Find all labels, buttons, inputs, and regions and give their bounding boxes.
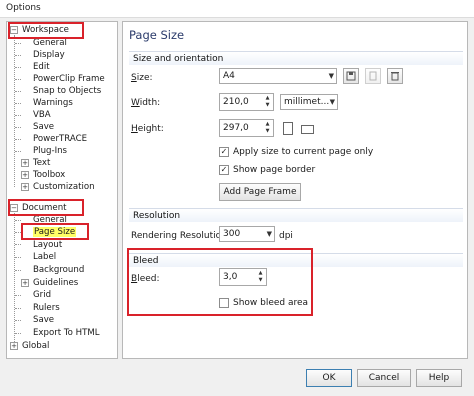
expand-text-icon[interactable]: + [21,159,29,167]
tree-item-layout[interactable]: Layout [33,239,62,251]
options-tree[interactable]: − Workspace General Display Edit PowerCl… [6,21,118,359]
tree-item-vba[interactable]: VBA [33,109,51,121]
rendering-resolution-label: Rendering Resolution: [131,231,230,241]
page-title: Page Size [129,28,185,42]
tree-item-doc-save[interactable]: Save [33,314,54,326]
height-label: Height: [131,124,164,134]
save-page-size-button[interactable] [343,68,359,84]
chevron-down-icon: ▼ [266,230,272,238]
window-title: Options [6,3,41,13]
size-label: Size: [131,73,153,83]
annotation-box-page-size [21,223,89,240]
apply-current-page-checkbox[interactable]: ✓ [219,147,229,157]
spin-arrows-icon[interactable]: ▲ ▼ [263,95,272,109]
height-stepper[interactable]: 297,0 ▲ ▼ [219,119,274,137]
tree-item-background[interactable]: Background [33,264,84,276]
tree-item-powerclip-frame[interactable]: PowerClip Frame [33,73,105,85]
units-select[interactable]: millimet... ▼ [280,94,338,110]
annotation-box-workspace [8,22,84,39]
portrait-orientation-icon[interactable] [283,122,293,135]
tree-item-rulers[interactable]: Rulers [33,302,60,314]
expand-guidelines-icon[interactable]: + [21,279,29,287]
tree-item-powertrace[interactable]: PowerTRACE [33,133,87,145]
tree-item-text[interactable]: Text [33,157,50,169]
tree-item-guidelines[interactable]: Guidelines [33,277,78,289]
tree-item-warnings[interactable]: Warnings [33,97,73,109]
width-label: Width: [131,98,161,108]
expand-global-icon[interactable]: + [10,342,18,350]
annotation-box-document [8,199,84,216]
section-resolution: Resolution [129,208,463,222]
page-icon [369,71,377,81]
tree-item-customization[interactable]: Customization [33,181,95,193]
annotation-box-bleed [127,248,313,316]
dialog-footer: OK Cancel Help [0,362,474,396]
help-button[interactable]: Help [416,369,462,387]
tree-item-ws-save[interactable]: Save [33,121,54,133]
tree-item-snap-to-objects[interactable]: Snap to Objects [33,85,101,97]
expand-customization-icon[interactable]: + [21,183,29,191]
show-page-border-checkbox[interactable]: ✓ [219,165,229,175]
edit-page-size-button[interactable] [365,68,381,84]
chevron-down-icon: ▼ [329,98,335,106]
title-bar: Options [0,0,474,18]
show-page-border-label: Show page border [233,165,316,175]
trash-icon [391,72,399,81]
tree-item-toolbox[interactable]: Toolbox [33,169,65,181]
width-stepper[interactable]: 210,0 ▲ ▼ [219,93,274,111]
expand-toolbox-icon[interactable]: + [21,171,29,179]
page-size-panel: Page Size Size and orientation Size: A4 … [122,21,468,359]
tree-item-display[interactable]: Display [33,49,65,61]
apply-current-page-label: Apply size to current page only [233,147,374,157]
tree-node-global[interactable]: Global [22,340,49,352]
tree-item-edit[interactable]: Edit [33,61,50,73]
section-size-orientation: Size and orientation [129,51,463,65]
tree-line [14,35,15,187]
delete-page-size-button[interactable] [387,68,403,84]
ok-button[interactable]: OK [306,369,352,387]
spin-arrows-icon[interactable]: ▲ ▼ [263,121,272,135]
cancel-button[interactable]: Cancel [357,369,411,387]
chevron-down-icon: ▼ [328,72,334,80]
size-select[interactable]: A4 ▼ [219,68,337,84]
save-preset-icon [346,71,356,81]
dpi-label: dpi [279,231,293,241]
tree-item-plug-ins[interactable]: Plug-Ins [33,145,67,157]
resolution-select[interactable]: 300 ▼ [219,226,275,242]
tree-item-grid[interactable]: Grid [33,289,51,301]
tree-item-export-to-html[interactable]: Export To HTML [33,327,100,339]
add-page-frame-button[interactable]: Add Page Frame [219,183,301,201]
tree-item-label[interactable]: Label [33,251,56,263]
tree-line [14,213,15,350]
landscape-orientation-icon[interactable] [301,125,314,134]
